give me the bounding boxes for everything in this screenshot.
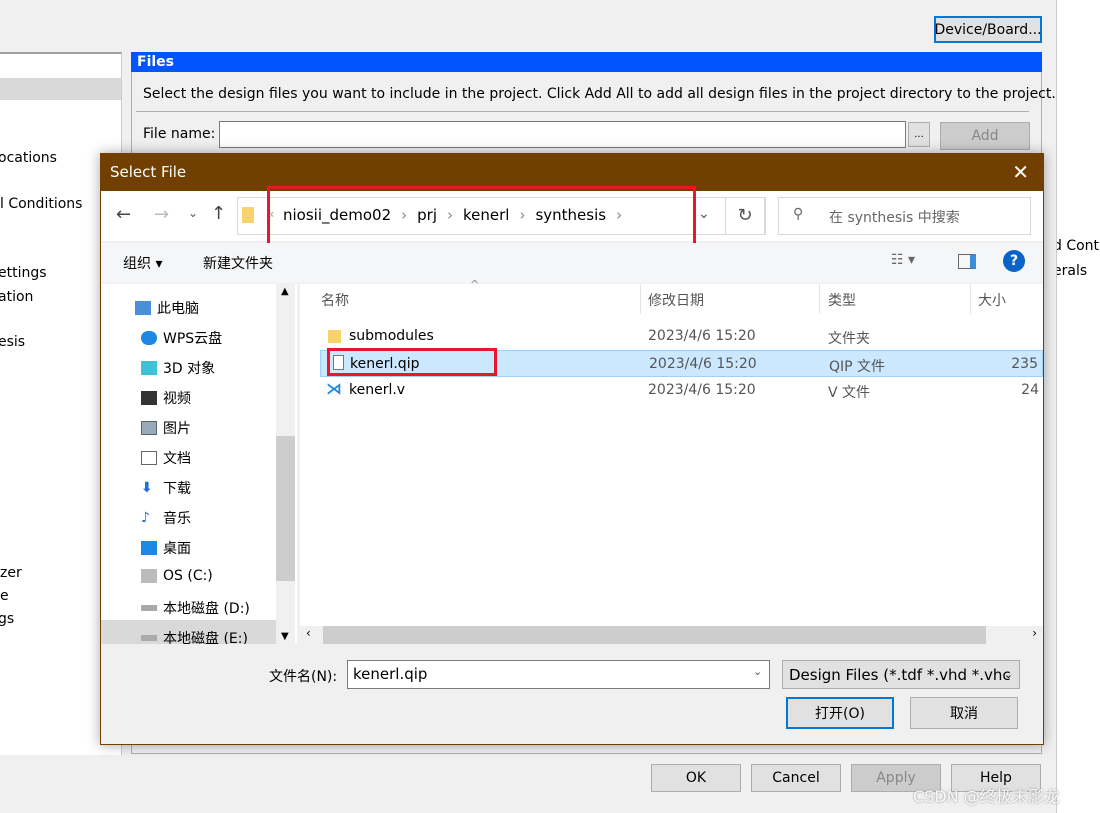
- category-item[interactable]: e: [0, 588, 9, 604]
- nav-item[interactable]: 图片: [163, 418, 191, 438]
- file-type: V 文件: [828, 385, 871, 401]
- background-window: d Contr erals: [1056, 0, 1100, 813]
- folder-icon: [328, 330, 341, 343]
- computer-icon: [135, 301, 151, 315]
- highlight-box: [327, 348, 497, 376]
- nav-item[interactable]: 本地磁盘 (E:): [163, 628, 248, 644]
- horizontal-scrollbar[interactable]: ‹ ›: [300, 626, 1043, 644]
- search-placeholder: 在 synthesis 中搜索: [829, 210, 960, 226]
- ok-button[interactable]: OK: [651, 764, 741, 792]
- 3d-objects-icon: [141, 361, 157, 375]
- file-name-input[interactable]: [219, 121, 906, 148]
- add-button[interactable]: Add: [940, 122, 1030, 150]
- files-header: Files: [131, 52, 1042, 72]
- new-folder-button[interactable]: 新建文件夹: [203, 253, 273, 273]
- nav-scrollbar[interactable]: ▲ ▼: [276, 284, 295, 644]
- file-date: 2023/4/6 15:20: [648, 328, 756, 344]
- drive-icon: [141, 635, 157, 641]
- nav-item[interactable]: 桌面: [163, 538, 191, 558]
- filename-input[interactable]: kenerl.qip: [347, 660, 770, 689]
- nav-item[interactable]: 此电脑: [157, 298, 199, 318]
- file-date: 2023/4/6 15:20: [648, 382, 756, 398]
- category-item[interactable]: zer: [0, 565, 22, 581]
- preview-pane-icon[interactable]: [958, 254, 976, 269]
- background-text: erals: [1056, 263, 1088, 279]
- nav-item[interactable]: 下载: [163, 478, 191, 498]
- nav-item[interactable]: 本地磁盘 (D:): [163, 598, 250, 618]
- cloud-icon: [141, 331, 157, 345]
- file-row[interactable]: submodules 2023/4/6 15:20 文件夹: [320, 323, 1043, 350]
- category-item[interactable]: gs: [0, 611, 14, 627]
- category-item[interactable]: ocations: [0, 150, 57, 166]
- download-icon: ⬇: [141, 480, 153, 496]
- file-type: QIP 文件: [829, 359, 886, 375]
- open-button[interactable]: 打开(O): [786, 697, 894, 729]
- forward-icon[interactable]: →: [154, 204, 169, 225]
- category-item[interactable]: ation: [0, 289, 33, 305]
- search-icon: ⚲: [793, 206, 804, 222]
- file-size: 235: [1011, 356, 1038, 372]
- device-board-button[interactable]: Device/Board...: [934, 16, 1042, 43]
- file-size: 24: [1021, 382, 1039, 398]
- vscode-icon: ⋊: [326, 379, 342, 398]
- close-icon[interactable]: ✕: [1012, 160, 1029, 184]
- file-name: kenerl.v: [349, 382, 406, 398]
- file-name-label: File name:: [143, 126, 216, 142]
- drive-icon: [141, 605, 157, 611]
- select-file-dialog: Select File ✕ ← → ⌄ ↑ « niosii_demo02 › p…: [100, 153, 1044, 745]
- drive-icon: [141, 569, 157, 583]
- nav-item[interactable]: 视频: [163, 388, 191, 408]
- column-header-name[interactable]: 名称: [321, 290, 349, 310]
- file-list: ^ 名称 修改日期 类型 大小 submodules 2023/4/6 15:2…: [300, 278, 1043, 644]
- nav-item[interactable]: 3D 对象: [163, 358, 215, 378]
- column-header-type[interactable]: 类型: [828, 290, 856, 310]
- nav-item[interactable]: 音乐: [163, 508, 191, 528]
- help-icon[interactable]: ?: [1003, 250, 1025, 272]
- nav-item[interactable]: WPS云盘: [163, 328, 222, 348]
- music-icon: ♪: [141, 510, 150, 526]
- file-name: submodules: [349, 328, 434, 344]
- pictures-icon: [141, 421, 157, 435]
- view-options-icon[interactable]: ☷ ▾: [891, 252, 915, 268]
- cancel-button[interactable]: Cancel: [751, 764, 841, 792]
- refresh-icon[interactable]: ↻: [725, 197, 765, 235]
- folder-icon: [242, 207, 254, 223]
- documents-icon: [141, 451, 157, 465]
- back-icon[interactable]: ←: [116, 204, 131, 225]
- selected-category[interactable]: [0, 78, 121, 100]
- nav-item[interactable]: OS (C:): [163, 568, 213, 584]
- category-item[interactable]: l Conditions: [0, 196, 82, 212]
- highlight-box: [267, 186, 696, 248]
- category-item[interactable]: ettings: [0, 265, 47, 281]
- category-item[interactable]: esis: [0, 334, 25, 350]
- video-icon: [141, 391, 157, 405]
- browse-button[interactable]: ...: [908, 122, 930, 147]
- desktop-icon: [141, 541, 157, 555]
- address-dropdown-icon[interactable]: ⌄: [698, 206, 710, 222]
- file-row[interactable]: ⋊ kenerl.v 2023/4/6 15:20 V 文件 24: [320, 377, 1043, 404]
- column-header-size[interactable]: 大小: [978, 290, 1006, 310]
- dialog-cancel-button[interactable]: 取消: [910, 697, 1018, 729]
- background-text: d Contr: [1057, 238, 1100, 254]
- filename-label: 文件名(N):: [269, 669, 338, 685]
- organize-menu[interactable]: 组织 ▾: [123, 253, 162, 273]
- watermark: CSDN @终极末影龙: [913, 787, 1060, 806]
- file-type: 文件夹: [828, 331, 870, 347]
- nav-item[interactable]: 文档: [163, 448, 191, 468]
- instruction-text: Select the design files you want to incl…: [143, 86, 1056, 102]
- up-icon[interactable]: ↑: [211, 203, 226, 224]
- filename-dropdown-icon[interactable]: ⌄: [753, 665, 762, 678]
- column-header-date[interactable]: 修改日期: [648, 290, 704, 310]
- file-type-filter[interactable]: Design Files (*.tdf *.vhd *.vhc ⌄: [782, 660, 1020, 689]
- file-date: 2023/4/6 15:20: [649, 356, 757, 372]
- recent-dropdown-icon[interactable]: ⌄: [188, 206, 198, 220]
